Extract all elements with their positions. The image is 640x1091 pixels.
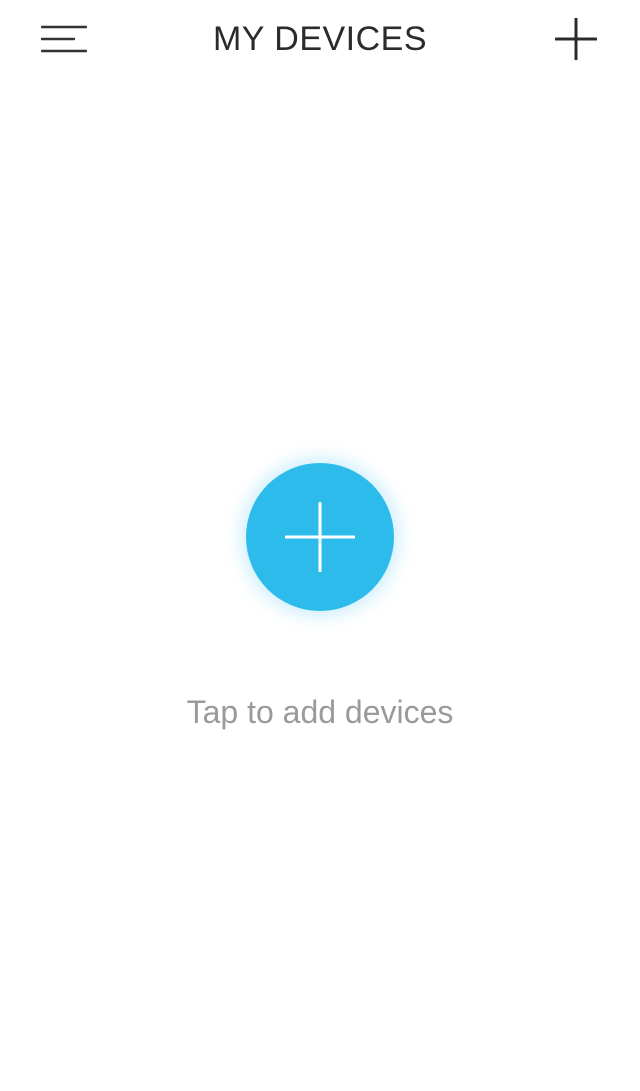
add-device-button[interactable] — [542, 4, 610, 74]
menu-button[interactable] — [30, 14, 98, 66]
add-device-fab[interactable] — [246, 463, 394, 611]
menu-icon — [41, 25, 87, 53]
plus-icon — [555, 18, 597, 60]
top-bar: MY DEVICES — [0, 0, 640, 80]
plus-icon — [285, 502, 355, 572]
empty-state-hint: Tap to add devices — [186, 694, 454, 730]
